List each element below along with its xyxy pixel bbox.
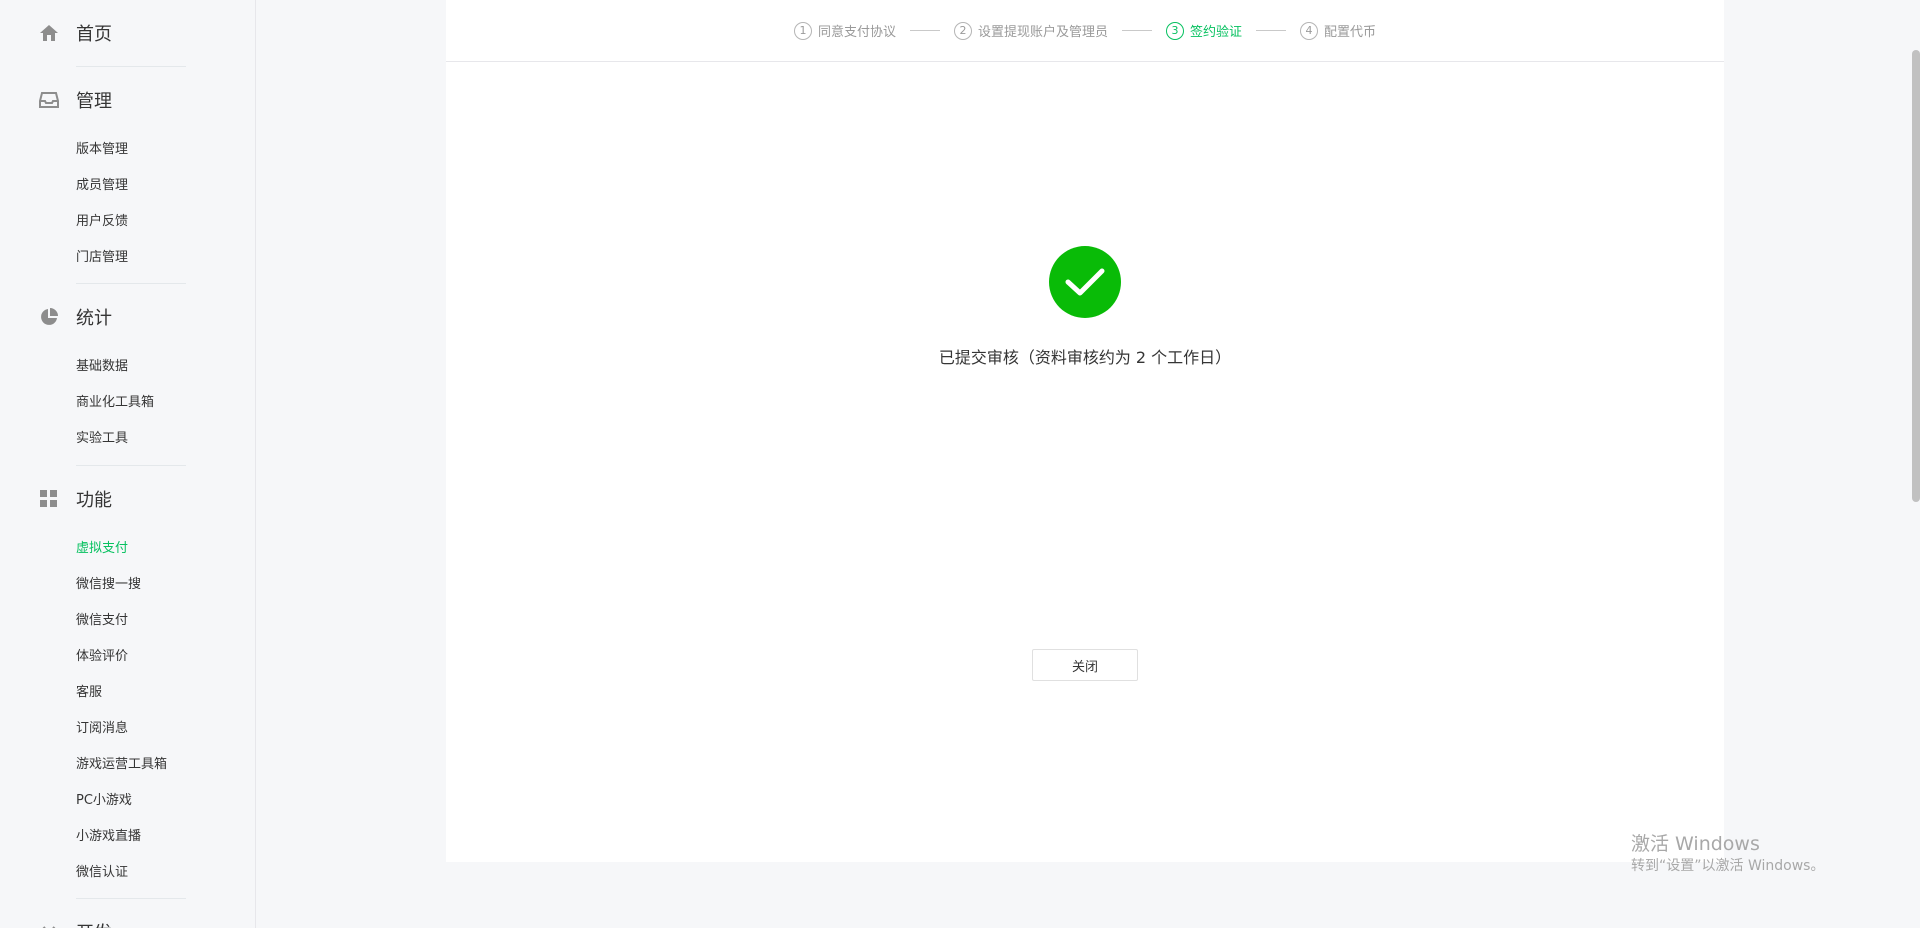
sidebar-item-subscription-messages[interactable]: 订阅消息 xyxy=(76,717,226,741)
step-number: 1 xyxy=(793,21,812,40)
step-label: 签约验证 xyxy=(1190,25,1243,40)
check-circle-icon xyxy=(1049,246,1121,318)
sidebar-item-game-ops-toolbox[interactable]: 游戏运营工具箱 xyxy=(76,753,226,777)
step-2: 2 设置提现账户及管理员 xyxy=(953,21,1108,40)
sidebar-group-stats[interactable]: 统计 xyxy=(0,297,255,337)
step-4: 4 配置代币 xyxy=(1300,21,1376,40)
inbox-icon xyxy=(38,89,60,111)
windows-activation-watermark: 激活 Windows 转到“设置”以激活 Windows。 xyxy=(1631,832,1824,876)
home-icon xyxy=(38,22,60,44)
sidebar-item-customer-service[interactable]: 客服 xyxy=(76,681,226,705)
step-1: 1 同意支付协议 xyxy=(793,21,896,40)
sidebar-item-wechat-verification[interactable]: 微信认证 xyxy=(76,861,226,885)
divider xyxy=(76,465,186,466)
sidebar-item-pc-minigame[interactable]: PC小游戏 xyxy=(76,789,226,813)
sidebar-item-feedback[interactable]: 用户反馈 xyxy=(76,210,226,234)
sidebar-group-label: 管理 xyxy=(76,91,112,112)
sidebar-group-manage[interactable]: 管理 xyxy=(0,80,255,120)
step-connector xyxy=(909,30,940,31)
sidebar-home-label: 首页 xyxy=(76,24,112,45)
sidebar-group-develop[interactable]: 开发 xyxy=(0,912,255,928)
sidebar-item-version[interactable]: 版本管理 xyxy=(76,138,226,162)
sidebar-group-features[interactable]: 功能 xyxy=(0,479,255,519)
sidebar-item-commerce-toolbox[interactable]: 商业化工具箱 xyxy=(76,391,226,415)
step-indicator: 1 同意支付协议 2 设置提现账户及管理员 3 签约验证 4 配置代币 xyxy=(446,0,1724,62)
step-number: 2 xyxy=(953,21,972,40)
sidebar-item-members[interactable]: 成员管理 xyxy=(76,174,226,198)
step-number: 4 xyxy=(1300,21,1319,40)
close-button[interactable]: 关闭 xyxy=(1032,649,1138,681)
step-label: 设置提现账户及管理员 xyxy=(977,25,1108,40)
step-connector xyxy=(1256,30,1287,31)
vertical-scrollbar[interactable] xyxy=(1912,50,1920,502)
code-icon xyxy=(38,921,60,928)
watermark-title: 激活 Windows xyxy=(1631,833,1760,855)
step-3: 3 签约验证 xyxy=(1166,21,1242,40)
sidebar-item-experience-review[interactable]: 体验评价 xyxy=(76,645,226,669)
sidebar-group-label: 统计 xyxy=(76,308,112,329)
grid-icon xyxy=(38,488,60,510)
step-connector xyxy=(1122,30,1152,31)
pie-chart-icon xyxy=(38,306,60,328)
sidebar-item-minigame-live[interactable]: 小游戏直播 xyxy=(76,825,226,849)
sidebar-group-label: 开发 xyxy=(76,919,112,928)
sidebar-home[interactable]: 首页 xyxy=(0,13,255,53)
sidebar-item-virtual-payment[interactable]: 虚拟支付 xyxy=(76,537,226,561)
sidebar-item-stores[interactable]: 门店管理 xyxy=(76,246,226,270)
sidebar-item-wechat-pay[interactable]: 微信支付 xyxy=(76,609,226,633)
divider xyxy=(76,283,186,284)
step-label: 同意支付协议 xyxy=(817,25,896,40)
step-number: 3 xyxy=(1166,21,1184,40)
sidebar: 首页 管理 版本管理 成员管理 用户反馈 门店管理 统计 基础数据 商业化工具箱… xyxy=(0,0,256,928)
divider xyxy=(76,66,186,67)
sidebar-item-experiment-tools[interactable]: 实验工具 xyxy=(76,427,226,451)
result-message: 已提交审核（资料审核约为 2 个工作日） xyxy=(938,348,1232,367)
step-label: 配置代币 xyxy=(1324,25,1377,40)
main-panel: 1 同意支付协议 2 设置提现账户及管理员 3 签约验证 4 配置代币 已提交审… xyxy=(446,0,1724,862)
divider xyxy=(76,898,186,899)
sidebar-item-wechat-search[interactable]: 微信搜一搜 xyxy=(76,573,226,597)
sidebar-item-basic-data[interactable]: 基础数据 xyxy=(76,355,226,379)
sidebar-group-label: 功能 xyxy=(76,490,112,511)
watermark-subtitle: 转到“设置”以激活 Windows。 xyxy=(1631,858,1825,874)
